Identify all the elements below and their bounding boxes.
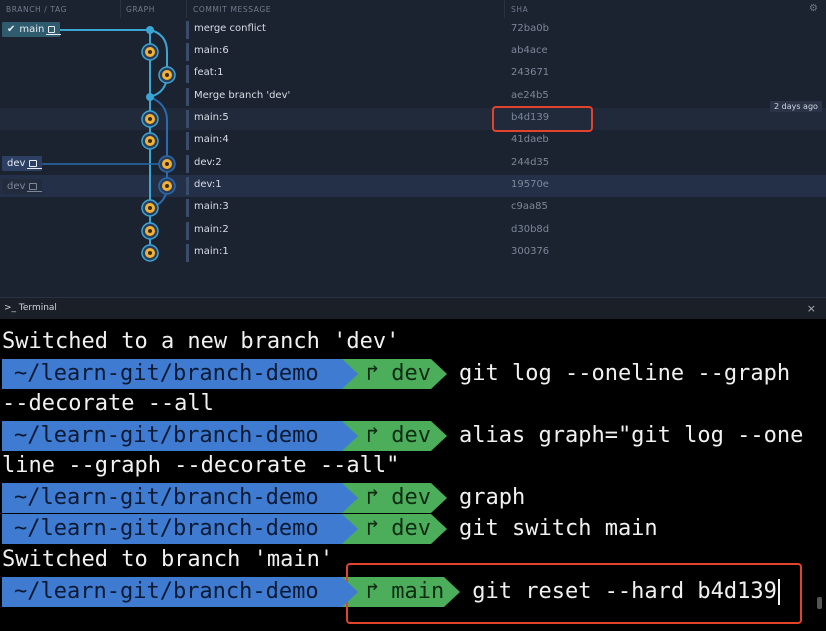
commit-message: dev:2 — [194, 157, 222, 168]
commit-sha: 244d35 — [511, 157, 550, 168]
terminal-prompt: ~/learn-git/branch-demo ↱ dev alias graph… — [2, 421, 803, 451]
commit-sha: d30b8d — [511, 224, 550, 235]
branch-tag-main[interactable]: ✔ main — [2, 22, 61, 37]
commit-message: merge conflict — [194, 23, 266, 34]
highlight-box — [492, 106, 593, 132]
terminal-prompt: ~/learn-git/branch-demo ↱ dev graph — [2, 483, 525, 513]
terminal-titlebar: >_ Terminal × — [0, 297, 826, 319]
merge-dot[interactable] — [146, 93, 154, 101]
commit-sha: 41daeb — [511, 134, 549, 145]
terminal-prompt: ~/learn-git/branch-demo ↱ dev git switch … — [2, 514, 658, 544]
prompt-branch-label: dev — [391, 516, 431, 541]
branch-tag-dev-faded[interactable]: dev — [2, 179, 42, 194]
avatar[interactable] — [158, 177, 176, 195]
prompt-path: ~/learn-git/branch-demo — [2, 483, 358, 513]
commit-message: main:3 — [194, 201, 229, 212]
commit-sha: ae24b5 — [511, 90, 549, 101]
prompt-branch-label: dev — [391, 423, 431, 448]
avatar[interactable] — [141, 110, 159, 128]
prompt-command: alias graph="git log --one — [459, 423, 804, 448]
highlight-box — [346, 563, 802, 624]
avatar[interactable] — [141, 43, 159, 61]
avatar[interactable] — [141, 222, 159, 240]
header-commit-message[interactable]: COMMIT MESSAGE — [193, 5, 271, 14]
terminal-prompt: ~/learn-git/branch-demo ↱ dev git log --o… — [2, 359, 790, 389]
merge-dot[interactable] — [146, 26, 154, 34]
commit-sha: 19570e — [511, 179, 549, 190]
gear-icon[interactable]: ⚙ — [809, 3, 818, 14]
avatar[interactable] — [158, 155, 176, 173]
commit-sha: 300376 — [511, 246, 550, 257]
prompt-path: ~/learn-git/branch-demo — [2, 421, 358, 451]
date-tooltip: 2 days ago — [770, 101, 822, 112]
commit-message: main:1 — [194, 246, 229, 257]
prompt-path: ~/learn-git/branch-demo — [2, 514, 358, 544]
terminal-output-line: Switched to branch 'main' — [2, 547, 334, 572]
check-icon: ✔ — [7, 24, 16, 35]
commit-message: Merge branch 'dev' — [194, 90, 291, 101]
laptop-icon — [27, 160, 42, 169]
scrollbar[interactable] — [817, 597, 822, 609]
commit-message: feat:1 — [194, 67, 224, 78]
commit-sha: 243671 — [511, 67, 550, 78]
avatar[interactable] — [141, 132, 159, 150]
commit-sha: c9aa85 — [511, 201, 548, 212]
terminal-output-line: --decorate --all — [2, 391, 214, 416]
terminal-output-line: line --graph --decorate --all" — [2, 453, 400, 478]
close-icon[interactable]: × — [807, 302, 816, 315]
avatar[interactable] — [158, 66, 176, 84]
terminal-title: >_ Terminal — [4, 303, 57, 313]
header-separator[interactable] — [504, 0, 505, 18]
prompt-command: git log --oneline --graph — [459, 361, 791, 386]
git-branch-icon: ↱ — [366, 361, 380, 386]
commit-message: dev:1 — [194, 179, 222, 190]
terminal-panel[interactable]: >_ Terminal × Switched to a new branch '… — [0, 297, 826, 631]
git-graph-panel: BRANCH / TAG GRAPH COMMIT MESSAGE SHA ⚙ … — [0, 0, 826, 297]
avatar[interactable] — [141, 199, 159, 217]
branch-tag-label: dev — [7, 181, 26, 192]
commit-sha: 72ba0b — [511, 23, 549, 34]
prompt-command: git switch main — [459, 516, 658, 541]
branch-tag-dev[interactable]: dev — [2, 156, 42, 171]
prompt-path: ~/learn-git/branch-demo — [2, 577, 358, 607]
branch-tag-label: dev — [7, 158, 26, 169]
laptop-icon — [46, 26, 61, 35]
git-branch-icon: ↱ — [366, 423, 380, 448]
commit-message: main:6 — [194, 45, 229, 56]
commit-message: main:2 — [194, 224, 229, 235]
laptop-icon — [27, 183, 42, 192]
header-sha[interactable]: SHA — [511, 5, 528, 14]
commit-message: main:4 — [194, 134, 229, 145]
commit-message: main:5 — [194, 112, 229, 123]
git-branch-icon: ↱ — [366, 485, 380, 510]
avatar[interactable] — [141, 244, 159, 262]
git-branch-icon: ↱ — [366, 516, 380, 541]
commit-graph — [42, 26, 176, 262]
branch-tag-label: main — [19, 24, 45, 35]
terminal-output-line: Switched to a new branch 'dev' — [2, 329, 400, 354]
prompt-command: graph — [459, 485, 526, 510]
feature-lane-line — [149, 29, 168, 98]
prompt-path: ~/learn-git/branch-demo — [2, 359, 358, 389]
prompt-branch-label: dev — [391, 485, 431, 510]
commit-sha: ab4ace — [511, 45, 548, 56]
prompt-branch-label: dev — [391, 361, 431, 386]
